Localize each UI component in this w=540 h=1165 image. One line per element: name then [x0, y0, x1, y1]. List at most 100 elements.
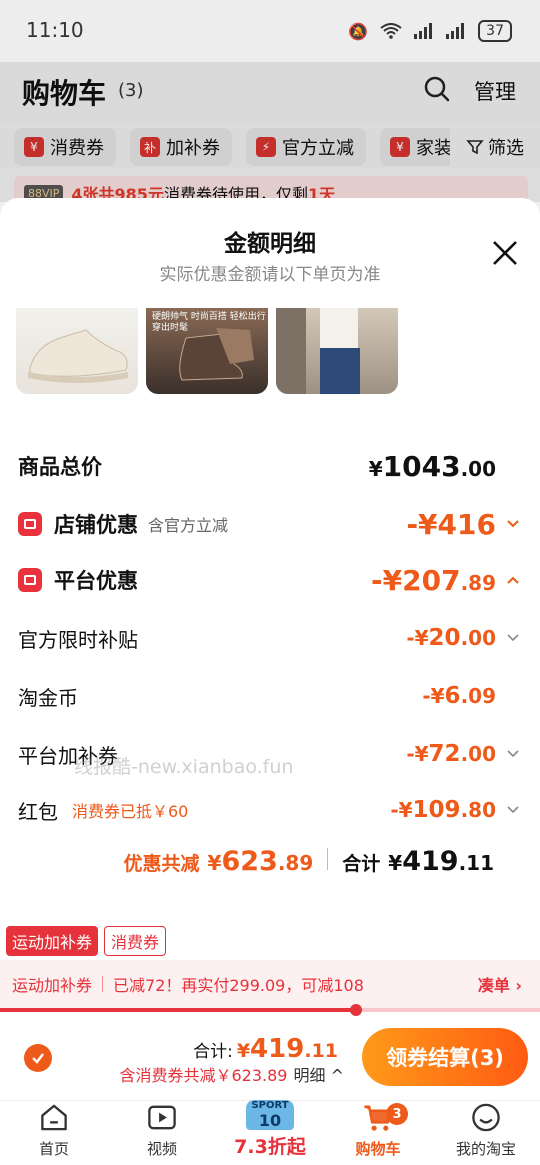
chevron-down-icon[interactable] [506, 803, 520, 817]
discount-total-value: ¥623.89 [208, 846, 314, 877]
close-icon[interactable] [490, 238, 520, 268]
product-thumbnail[interactable]: 硬朗帅气 时尚百搭 轻松出行 穿出时髦 [146, 308, 268, 394]
goods-total-label: 商品总价 [18, 455, 102, 479]
chevron-up-icon[interactable] [506, 573, 520, 587]
value-int: 1043 [382, 449, 461, 483]
cart-header: 购物车 (3) 管理 [0, 62, 540, 122]
total-value: ¥419.11 [388, 846, 494, 877]
chevron-down-icon[interactable] [506, 631, 520, 645]
chip-bonus-coupon[interactable]: 补加补券 [130, 128, 232, 166]
taojinbi-value: -¥6.09 [422, 683, 496, 709]
coupon-icon: ¥ [24, 137, 44, 157]
checkout-total-label: 合计: [193, 1042, 233, 1062]
tab-sport-promo[interactable]: SPORT 10 7.3折起 [216, 1100, 324, 1165]
checkout-discount-text: 含消费券共减￥623.89 [119, 1066, 288, 1085]
watermark: 线报酷-new.xianbao.fun [74, 756, 294, 778]
cart-count: (3) [118, 80, 144, 101]
check-icon [32, 1053, 44, 1064]
chip-consumer-coupon[interactable]: ¥ 消费券 [14, 128, 116, 166]
total-label: 合计 [342, 853, 381, 875]
chip-label: 消费券 [50, 138, 104, 159]
filter-label: 筛选 [488, 138, 524, 159]
red-packet-label: 红包 [18, 799, 58, 824]
prefix: -¥ [422, 684, 445, 708]
value-dec: .00 [460, 626, 496, 650]
value-dec: .80 [460, 798, 496, 822]
amount-detail-sheet: 金额明细 实际优惠金额请以下单页为准 硬朗帅气 时尚百搭 轻松出行 穿出时髦 商… [0, 198, 540, 1165]
value-dec: .89 [277, 851, 314, 875]
manage-button[interactable]: 管理 [474, 76, 516, 106]
prefix: -¥ [390, 798, 413, 822]
prefix: -¥ [406, 742, 429, 766]
platform-discount-row[interactable]: 平台优惠 -¥207.89 [18, 560, 522, 600]
value-dec: .00 [460, 456, 496, 481]
value-int: 419 [402, 846, 459, 877]
product-thumbnail[interactable] [276, 308, 398, 394]
prefix: ¥ [388, 851, 403, 875]
status-bar: 11:10 🔕 37 [0, 0, 540, 62]
tab-label: 我的淘宝 [455, 1140, 516, 1158]
value-dec: .00 [460, 742, 496, 766]
tab-label: 7.3折起 [234, 1136, 306, 1158]
chip-label: 官方立减 [282, 138, 354, 159]
detail-toggle[interactable]: 明细 ^ [294, 1062, 345, 1086]
product-thumbnail[interactable] [16, 308, 138, 394]
prefix: ¥ [207, 851, 222, 875]
lightning-icon: ⚡ [256, 137, 276, 157]
video-icon [148, 1105, 176, 1130]
value-dec: .89 [460, 570, 496, 595]
tab-video[interactable]: 视频 [108, 1101, 216, 1165]
chip-official-discount[interactable]: ⚡ 官方立减 [246, 128, 366, 166]
bottom-tab-bar: 首页 视频 SPORT 10 7.3折起 3 购物车 我的淘宝 [0, 1100, 540, 1165]
checkout-button[interactable]: 领券结算(3) [362, 1028, 528, 1086]
currency: ¥ [368, 456, 383, 481]
store-discount-row[interactable]: 店铺优惠 含官方立减 -¥416 [18, 504, 522, 544]
progress-handle [350, 1004, 363, 1016]
status-icons: 🔕 37 [348, 20, 512, 42]
filter-button[interactable]: 筛选 [450, 128, 540, 166]
red-packet-row[interactable]: 红包 消费券已抵￥60 -¥109.80 [18, 790, 522, 830]
consumer-coupon-tag[interactable]: 消费券 [104, 926, 167, 956]
platform-icon [18, 568, 42, 592]
limited-subsidy-row[interactable]: 官方限时补贴 -¥20.00 [18, 618, 522, 658]
limited-subsidy-label: 官方限时补贴 [18, 627, 138, 652]
sport-coupon-tag[interactable]: 运动加补券 [6, 926, 99, 956]
discount-total-label: 优惠共减 [123, 853, 200, 875]
search-icon[interactable] [424, 76, 450, 102]
value-int: 207 [402, 563, 461, 597]
chevron-down-icon[interactable] [506, 517, 520, 531]
progress-fill [0, 1008, 357, 1012]
value-int: 6 [444, 683, 461, 709]
add-items-link[interactable]: 凑单 › [478, 972, 522, 996]
jersey-number: 10 [258, 1111, 282, 1130]
page-title: 购物车 [22, 77, 107, 110]
jersey-icon: SPORT 10 [246, 1100, 294, 1130]
home-icon [41, 1104, 67, 1131]
smile-icon [472, 1103, 500, 1132]
tab-label: 购物车 [355, 1140, 401, 1158]
tab-label: 视频 [146, 1140, 177, 1158]
promo-progress-bar [0, 1004, 540, 1016]
tab-cart[interactable]: 3 购物车 [324, 1101, 432, 1165]
platform-discount-label: 平台优惠 [54, 569, 138, 593]
platform-coupon-value: -¥72.00 [406, 741, 496, 767]
discount-summary: 优惠共减 ¥623.89 合计 ¥419.11 [124, 846, 495, 877]
checkout-bar: 合计: ¥419.11 含消费券共减￥623.89 明细 ^ 领券结算(3) [0, 1028, 540, 1098]
coupon-icon: ¥ [390, 137, 410, 157]
tab-label: 首页 [38, 1140, 69, 1158]
promo-bar[interactable]: 运动加补券 已减72！再实付299.09，可减108 凑单 › [0, 960, 540, 1008]
select-all-checkbox[interactable] [24, 1044, 52, 1072]
goods-total-row: 商品总价 ¥1043.00 [18, 446, 522, 486]
bonus-icon: 补 [140, 137, 160, 157]
value-int: 72 [428, 741, 461, 767]
value-dec: .11 [458, 851, 494, 875]
tab-my-taobao[interactable]: 我的淘宝 [432, 1101, 540, 1165]
promo-name: 运动加补券 [12, 976, 93, 995]
cart-badge: 3 [386, 1103, 408, 1125]
tab-home[interactable]: 首页 [0, 1101, 108, 1165]
chevron-down-icon[interactable] [506, 747, 520, 761]
prefix: -¥ [371, 563, 403, 597]
store-discount-label: 店铺优惠 [54, 513, 138, 537]
mute-icon: 🔕 [348, 21, 369, 41]
checkout-discount-info: 含消费券共减￥623.89 明细 ^ [120, 1062, 345, 1086]
